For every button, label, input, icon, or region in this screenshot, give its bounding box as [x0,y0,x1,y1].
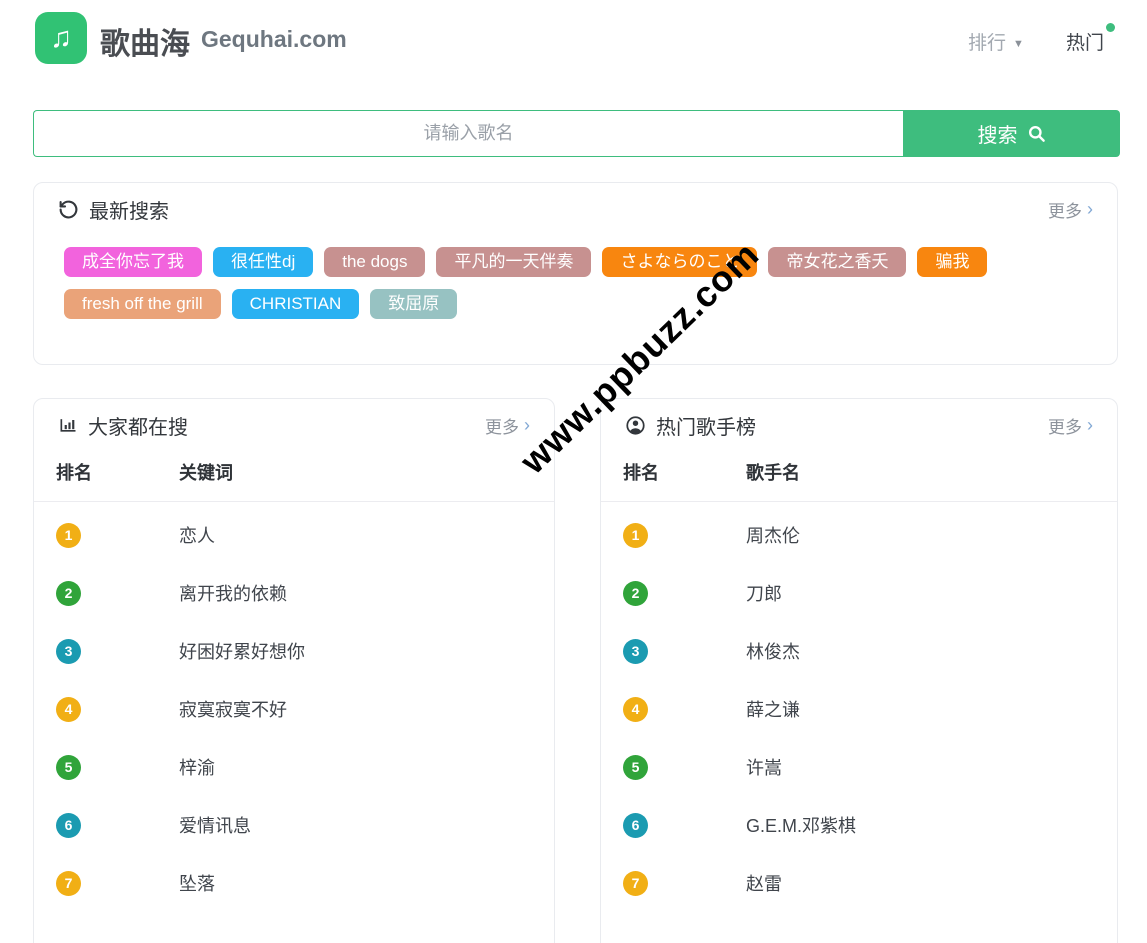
latest-search-title: 最新搜索 [89,195,169,224]
keyword-row[interactable]: 6 爱情讯息 [34,796,554,854]
singer-row[interactable]: 3 林俊杰 [601,622,1117,680]
chevron-right-icon: › [1087,415,1093,436]
hot-singers-rows: 1 周杰伦 2 刀郎 3 林俊杰 4 薛之谦 5 许嵩 6 G.E.M.邓紫棋 [601,502,1117,912]
rank-badge: 5 [623,755,648,780]
hot-singers-column-headers: 排名 歌手名 [601,433,1117,502]
singer-label: 林俊杰 [746,638,800,664]
hot-singers-title: 热门歌手榜 [656,411,756,440]
latest-search-panel: 最新搜索 更多 › 成全你忘了我 很任性dj the dogs 平凡的一天伴奏 … [33,182,1118,365]
keyword-row[interactable]: 3 好困好累好想你 [34,622,554,680]
search-tag[interactable]: CHRISTIAN [232,289,360,319]
keyword-label: 好困好累好想你 [179,638,305,664]
chevron-right-icon: › [524,415,530,436]
singer-row[interactable]: 5 许嵩 [601,738,1117,796]
search-bar: 搜索 [33,110,1120,157]
search-tag[interactable]: fresh off the grill [64,289,221,319]
singer-label: 刀郎 [746,580,782,606]
keyword-label: 坠落 [179,870,215,896]
search-tag[interactable]: 很任性dj [213,247,313,277]
site-domain: Gequhai.com [201,26,347,53]
hot-keywords-rows: 1 恋人 2 离开我的依赖 3 好困好累好想你 4 寂寞寂寞不好 5 梓渝 6 … [34,502,554,912]
nav-ranking[interactable]: 排行 ▼ [968,28,1024,55]
search-tag[interactable]: 致屈原 [370,289,457,319]
search-tag[interactable]: 成全你忘了我 [64,247,202,277]
rank-badge: 2 [56,581,81,606]
rank-badge: 3 [56,639,81,664]
rank-badge: 2 [623,581,648,606]
keyword-row[interactable]: 1 恋人 [34,506,554,564]
singer-row[interactable]: 1 周杰伦 [601,506,1117,564]
music-note-icon: ♫ [50,24,72,53]
hot-keywords-more-link[interactable]: 更多 › [485,413,530,438]
notification-dot [1106,23,1115,32]
hot-keywords-panel: 大家都在搜 更多 › 排名 关键词 1 恋人 2 离开我的依赖 3 好困好累好想… [33,398,555,943]
keyword-label: 梓渝 [179,754,215,780]
singer-label: 赵雷 [746,870,782,896]
search-tag[interactable]: さよならのこと [602,247,757,277]
column-singer: 歌手名 [746,461,800,485]
search-icon [1027,124,1046,143]
search-tag[interactable]: the dogs [324,247,425,277]
rank-badge: 1 [56,523,81,548]
hot-keywords-column-headers: 排名 关键词 [34,433,554,502]
site-name: 歌曲海 [100,19,190,63]
search-input[interactable] [33,110,903,157]
singer-row[interactable]: 6 G.E.M.邓紫棋 [601,796,1117,854]
rank-badge: 4 [56,697,81,722]
column-rank: 排名 [623,461,746,485]
column-keyword: 关键词 [179,461,233,485]
search-tag[interactable]: 帝女花之香夭 [768,247,906,277]
user-circle-icon [625,415,646,436]
keyword-row[interactable]: 7 坠落 [34,854,554,912]
keyword-row[interactable]: 4 寂寞寂寞不好 [34,680,554,738]
hot-singers-panel: 热门歌手榜 更多 › 排名 歌手名 1 周杰伦 2 刀郎 3 林俊杰 [600,398,1118,943]
rank-badge: 6 [623,813,648,838]
search-tag[interactable]: 平凡的一天伴奏 [436,247,591,277]
keyword-label: 恋人 [179,522,215,548]
singer-row[interactable]: 2 刀郎 [601,564,1117,622]
page: ♫ 歌曲海 Gequhai.com 排行 ▼ 热门 搜索 最新搜索 [0,0,1147,943]
hot-keywords-title: 大家都在搜 [88,411,188,440]
rank-badge: 6 [56,813,81,838]
keyword-row[interactable]: 5 梓渝 [34,738,554,796]
singer-label: 许嵩 [746,754,782,780]
rank-badge: 1 [623,523,648,548]
nav-hot[interactable]: 热门 [1066,28,1104,55]
search-button-label: 搜索 [978,119,1018,148]
nav-ranking-label: 排行 [968,33,1006,54]
keyword-label: 离开我的依赖 [179,580,287,606]
site-logo[interactable]: ♫ [35,12,87,64]
bar-chart-icon [58,415,78,435]
singer-row[interactable]: 7 赵雷 [601,854,1117,912]
chevron-right-icon: › [1087,199,1093,220]
keyword-label: 爱情讯息 [179,812,251,838]
singer-label: 周杰伦 [746,522,800,548]
latest-search-more-link[interactable]: 更多 › [1048,197,1093,222]
history-icon [58,199,79,220]
tag-list: 成全你忘了我 很任性dj the dogs 平凡的一天伴奏 さよならのこと 帝女… [34,217,1117,319]
keyword-row[interactable]: 2 离开我的依赖 [34,564,554,622]
singer-row[interactable]: 4 薛之谦 [601,680,1117,738]
singer-label: 薛之谦 [746,696,800,722]
hot-singers-more-link[interactable]: 更多 › [1048,413,1093,438]
rank-badge: 7 [56,871,81,896]
rank-badge: 7 [623,871,648,896]
nav-hot-label: 热门 [1066,33,1104,54]
rank-badge: 4 [623,697,648,722]
rank-badge: 5 [56,755,81,780]
search-button[interactable]: 搜索 [903,110,1120,157]
chevron-down-icon: ▼ [1013,38,1024,50]
column-rank: 排名 [56,461,179,485]
rank-badge: 3 [623,639,648,664]
singer-label: G.E.M.邓紫棋 [746,812,856,838]
keyword-label: 寂寞寂寞不好 [179,696,287,722]
search-tag[interactable]: 骗我 [917,247,987,277]
